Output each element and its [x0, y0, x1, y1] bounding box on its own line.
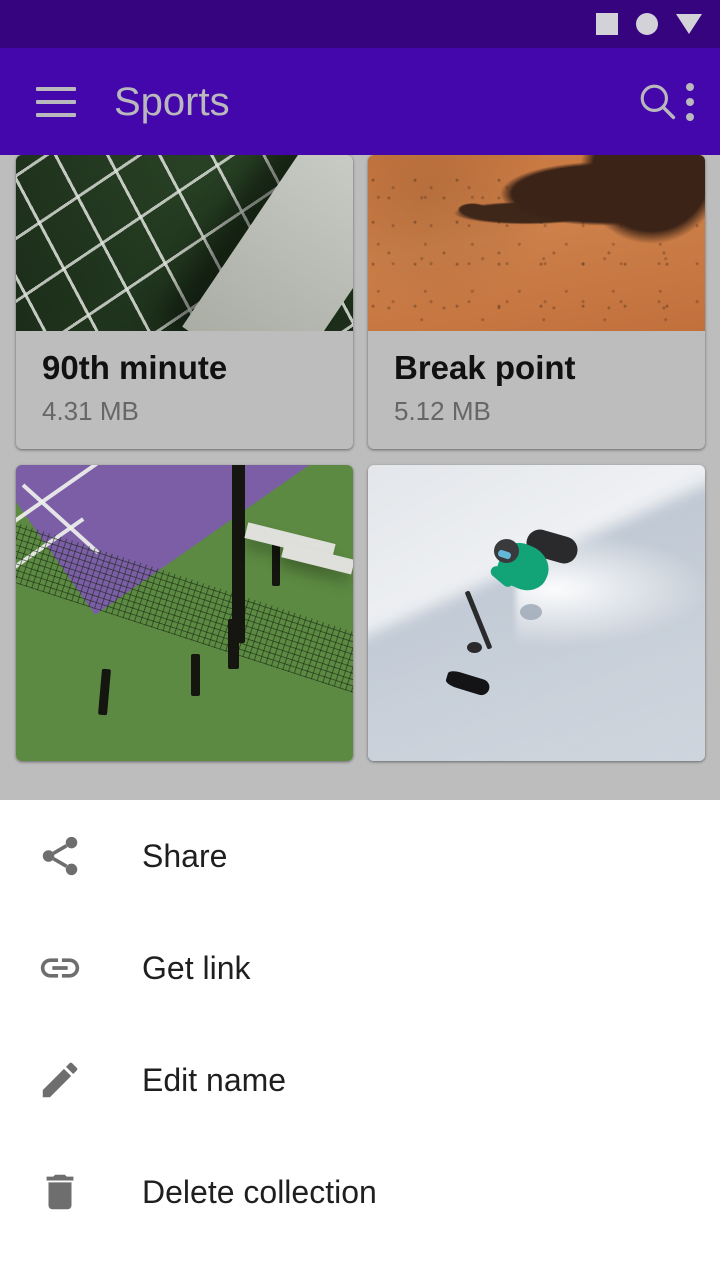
triangle-down-icon [676, 14, 702, 34]
collection-card[interactable] [16, 464, 353, 761]
link-icon [32, 940, 88, 996]
collection-grid[interactable]: 90th minute 4.31 MB Break point 5.12 MB [0, 155, 720, 800]
trash-delete-icon [32, 1164, 88, 1220]
app-bar: Sports [0, 48, 720, 155]
card-size: 4.31 MB [42, 395, 139, 426]
hamburger-menu-icon[interactable] [28, 74, 84, 130]
card-size: 5.12 MB [394, 395, 491, 426]
clay-court-shadow-photo [368, 155, 705, 331]
card-title: Break point [394, 349, 576, 386]
menu-item-label: Share [142, 838, 228, 874]
status-bar-icons [596, 13, 702, 35]
collection-card[interactable]: Break point 5.12 MB [368, 155, 705, 449]
circle-icon [636, 13, 658, 35]
menu-item-label: Edit name [142, 1062, 287, 1098]
search-icon[interactable] [630, 74, 686, 130]
bottom-sheet-menu: Share Get link Edit name Delete collecti… [0, 800, 720, 1280]
menu-item-label: Delete collection [142, 1174, 377, 1210]
card-title: 90th minute [42, 349, 228, 386]
soccer-goal-net-photo [16, 155, 353, 331]
app-screen: Sports 90th minute 4.31 MB Break point 5… [0, 0, 720, 1280]
share-icon [32, 828, 88, 884]
menu-item-get-link[interactable]: Get link [0, 912, 720, 1024]
card-body: 90th minute 4.31 MB [16, 331, 353, 449]
collection-card[interactable] [368, 464, 705, 761]
menu-item-share[interactable]: Share [0, 800, 720, 912]
tennis-court-aerial-photo [16, 464, 353, 761]
menu-item-label: Get link [142, 950, 251, 986]
pencil-edit-icon [32, 1052, 88, 1108]
skier-powder-snow-photo [368, 464, 705, 761]
status-bar [0, 0, 720, 48]
overflow-menu-icon[interactable] [686, 82, 694, 121]
menu-item-edit-name[interactable]: Edit name [0, 1024, 720, 1136]
menu-item-delete-collection[interactable]: Delete collection [0, 1136, 720, 1248]
square-icon [596, 13, 618, 35]
card-body: Break point 5.12 MB [368, 331, 705, 449]
collection-card[interactable]: 90th minute 4.31 MB [16, 155, 353, 449]
page-title: Sports [114, 79, 230, 124]
